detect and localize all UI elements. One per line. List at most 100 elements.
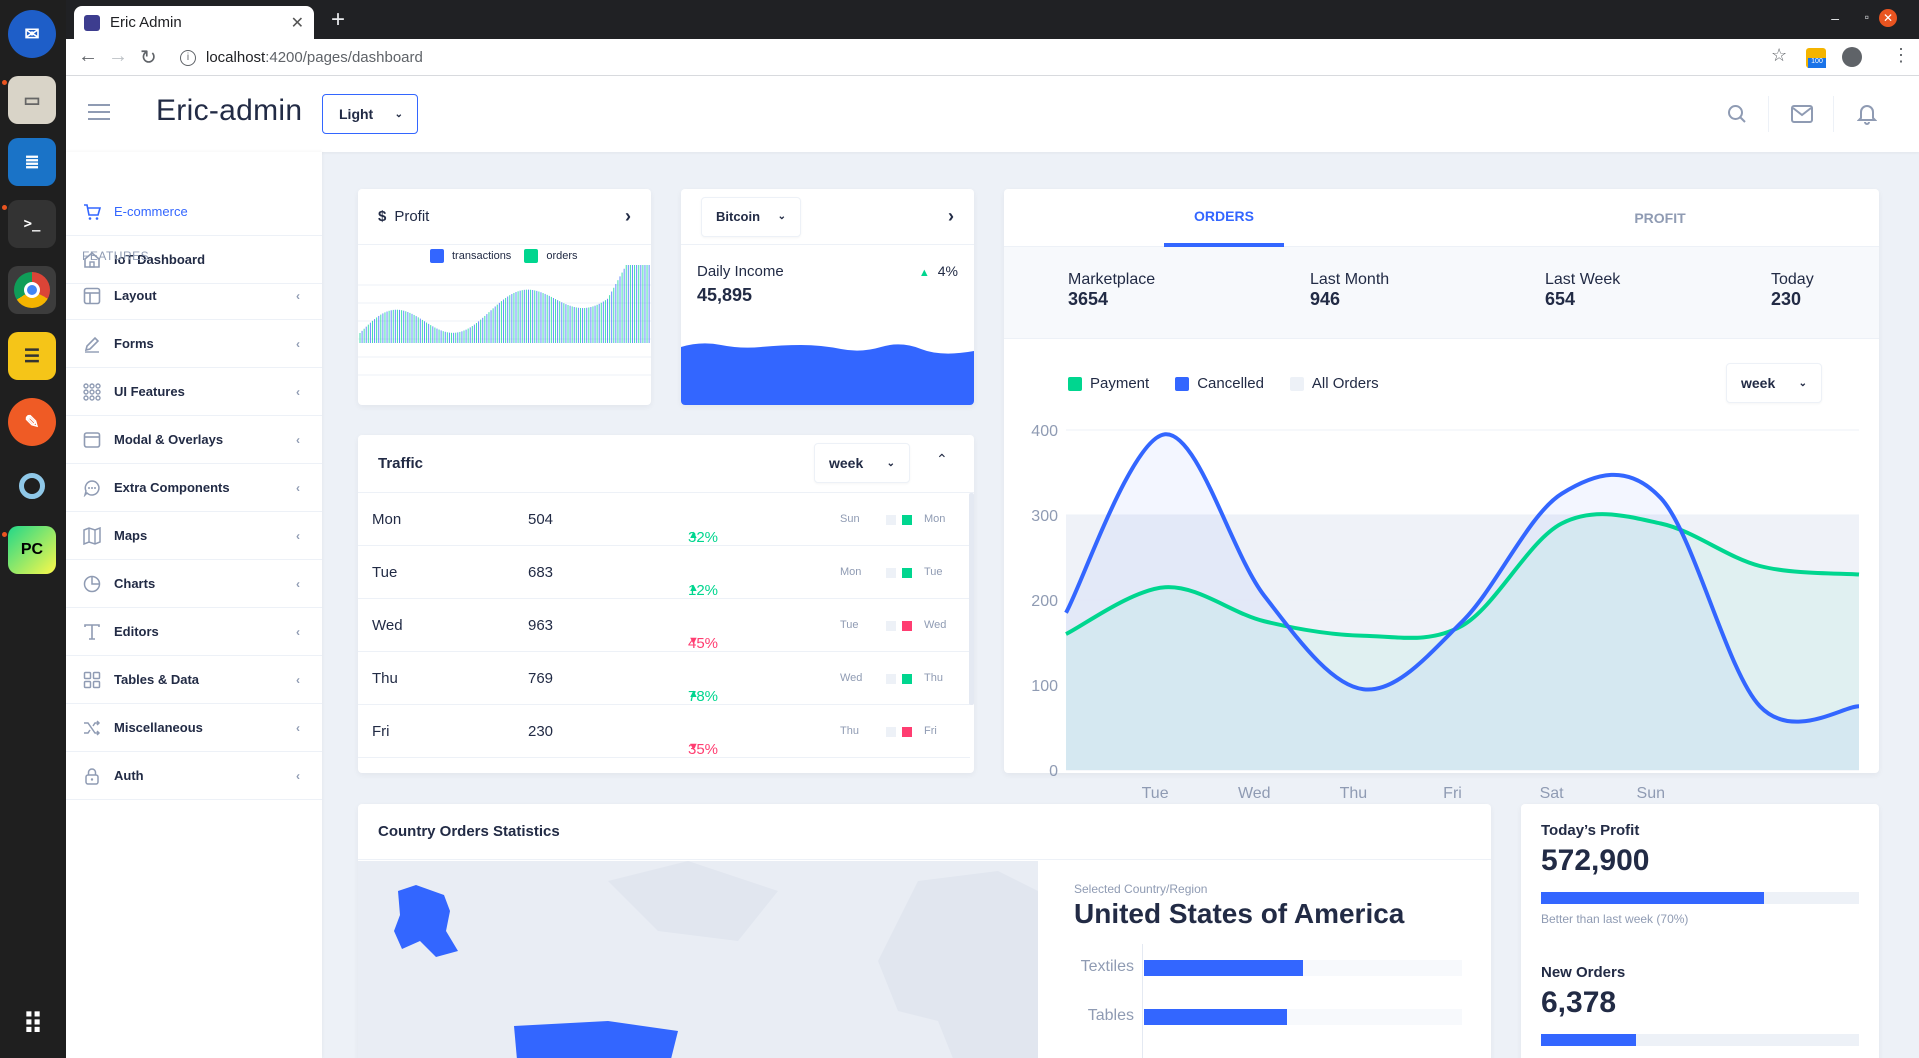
- header-divider: [1768, 96, 1769, 132]
- orders-summary: Marketplace 3654 Last Month 946 Last Week 6…: [1004, 247, 1879, 339]
- edit-icon: [82, 334, 102, 354]
- sidebar-item-editors[interactable]: Editors ‹: [66, 608, 322, 656]
- obs-icon[interactable]: [8, 462, 56, 510]
- prev-day: Thu: [840, 725, 859, 737]
- profit-card-title: Profit: [394, 208, 430, 225]
- thunderbird-icon[interactable]: ✉: [8, 10, 56, 58]
- daily-income-label: Daily Income: [697, 263, 784, 280]
- theme-select[interactable]: Light ⌄: [322, 94, 418, 134]
- sidebar-item-charts[interactable]: Charts ‹: [66, 560, 322, 608]
- chrome-icon[interactable]: [8, 266, 56, 314]
- delta-value: 78%: [688, 688, 719, 705]
- orders-progress-track: [1541, 1034, 1859, 1046]
- close-tab-icon[interactable]: ✕: [291, 13, 304, 33]
- sidebar-item-miscellaneous[interactable]: Miscellaneous ‹: [66, 704, 322, 752]
- layout-icon: [82, 286, 102, 306]
- files-icon[interactable]: ▭: [8, 76, 56, 124]
- orders-line-chart: 400 300 200 100 0 Tue Wed Thu Fri Sat Sun: [1031, 423, 1860, 802]
- bookmark-star-icon[interactable]: ☆: [1771, 45, 1787, 66]
- bar-label: Tables: [1087, 1007, 1134, 1024]
- map-icon: [82, 526, 102, 546]
- postman-icon[interactable]: ✎: [8, 398, 56, 446]
- chevron-left-icon: ‹: [296, 624, 300, 639]
- pycharm-icon[interactable]: PC: [8, 526, 56, 574]
- traffic-period-value: week: [829, 455, 864, 471]
- sidebar-item-label: UI Features: [114, 384, 185, 399]
- cur-day: Tue: [924, 566, 943, 578]
- sidebar-item-label: Miscellaneous: [114, 720, 203, 735]
- chevron-left-icon: ‹: [296, 720, 300, 735]
- bell-icon[interactable]: [1849, 96, 1885, 132]
- chevron-right-icon[interactable]: ›: [625, 206, 631, 227]
- prev-day: Wed: [840, 672, 863, 684]
- url-field[interactable]: i localhost:4200/pages/dashboard: [180, 39, 423, 76]
- restore-icon[interactable]: ▫: [1865, 10, 1869, 24]
- prev-bar: [886, 568, 896, 578]
- extension-icon[interactable]: 100: [1806, 48, 1826, 68]
- todays-profit-value: 572,900: [1541, 844, 1650, 877]
- orders-period-select[interactable]: week ⌄: [1726, 363, 1822, 403]
- traffic-period-select[interactable]: week ⌄: [814, 443, 910, 483]
- notes-icon[interactable]: ☰: [8, 332, 56, 380]
- table-row: Mon 504 ▲ 32% Sun Mon: [358, 493, 970, 546]
- forward-icon[interactable]: →: [108, 45, 128, 68]
- minimize-icon[interactable]: –: [1831, 10, 1839, 26]
- stat-last-month: Last Month 946: [1310, 271, 1389, 310]
- tab-orders[interactable]: ORDERS: [1164, 189, 1284, 247]
- sidebar-item-label: Modal & Overlays: [114, 432, 224, 447]
- sidebar-item-label: Extra Components: [114, 480, 230, 495]
- browser-address-bar: ← → ↻ i localhost:4200/pages/dashboard ☆…: [66, 39, 1919, 76]
- row-value: 683: [528, 564, 554, 581]
- stat-last-week: Last Week 654: [1545, 271, 1620, 310]
- back-icon[interactable]: ←: [78, 45, 98, 68]
- legend-item: Payment: [1068, 375, 1149, 392]
- reload-icon[interactable]: ↻: [140, 45, 157, 70]
- browser-menu-icon[interactable]: ⋮: [1892, 45, 1910, 66]
- sidebar-item-layout[interactable]: Layout ‹: [66, 272, 322, 320]
- mail-icon[interactable]: [1784, 96, 1820, 132]
- chevron-right-icon[interactable]: ›: [948, 206, 954, 227]
- app-grid-icon[interactable]: ⠿: [8, 1000, 56, 1048]
- window-close-button[interactable]: ✕: [1879, 9, 1897, 27]
- sidebar-item-forms[interactable]: Forms ‹: [66, 320, 322, 368]
- x-tick-label: Sun: [1637, 785, 1665, 802]
- stat-value: 946: [1310, 289, 1341, 309]
- scrollbar[interactable]: [969, 493, 974, 705]
- sidebar-item-extra-components[interactable]: Extra Components ‹: [66, 464, 322, 512]
- ubuntu-dock: ✉ ▭ ≣ >_ ☰ ✎ PC ⠿: [0, 0, 66, 1058]
- row-day: Thu: [372, 670, 398, 687]
- chevron-up-icon[interactable]: ⌃: [936, 451, 948, 468]
- chevron-left-icon: ‹: [296, 480, 300, 495]
- menu-toggle-icon[interactable]: [88, 104, 110, 120]
- sidebar-item-auth[interactable]: Auth ‹: [66, 752, 322, 800]
- site-info-icon[interactable]: i: [180, 49, 196, 66]
- currency-select[interactable]: Bitcoin ⌄: [701, 196, 801, 237]
- writer-icon[interactable]: ≣: [8, 138, 56, 186]
- row-day: Wed: [372, 617, 403, 634]
- profit-caption: Better than last week (70%): [1541, 912, 1689, 926]
- stat-value: 3654: [1068, 289, 1109, 309]
- url-host: localhost: [206, 49, 266, 66]
- sidebar-item-ui-features[interactable]: UI Features ‹: [66, 368, 322, 416]
- chevron-down-icon: ⌄: [886, 457, 895, 469]
- search-icon[interactable]: [1719, 96, 1755, 132]
- browser-tab[interactable]: Eric Admin ✕: [74, 6, 314, 39]
- stat-value: 654: [1545, 289, 1576, 309]
- x-tick-label: Thu: [1340, 785, 1368, 802]
- cur-bar: [902, 727, 912, 737]
- sidebar-item-maps[interactable]: Maps ‹: [66, 512, 322, 560]
- profile-avatar-icon[interactable]: [1842, 47, 1862, 67]
- legend-swatch: [1068, 377, 1082, 392]
- new-tab-button[interactable]: +: [324, 6, 352, 34]
- country-caption: Selected Country/Region: [1074, 882, 1208, 896]
- tab-profit[interactable]: PROFIT: [1600, 189, 1720, 247]
- sidebar-item-tables-data[interactable]: Tables & Data ‹: [66, 656, 322, 704]
- bar-track: [1144, 960, 1462, 976]
- sidebar-item-modal-overlays[interactable]: Modal & Overlays ‹: [66, 416, 322, 464]
- keypad-icon: [82, 382, 102, 402]
- world-map[interactable]: [358, 861, 1038, 1058]
- sidebar-item-ecommerce[interactable]: E-commerce: [66, 188, 322, 236]
- terminal-icon[interactable]: >_: [8, 200, 56, 248]
- chevron-left-icon: ‹: [296, 576, 300, 591]
- currency-select-value: Bitcoin: [716, 209, 761, 224]
